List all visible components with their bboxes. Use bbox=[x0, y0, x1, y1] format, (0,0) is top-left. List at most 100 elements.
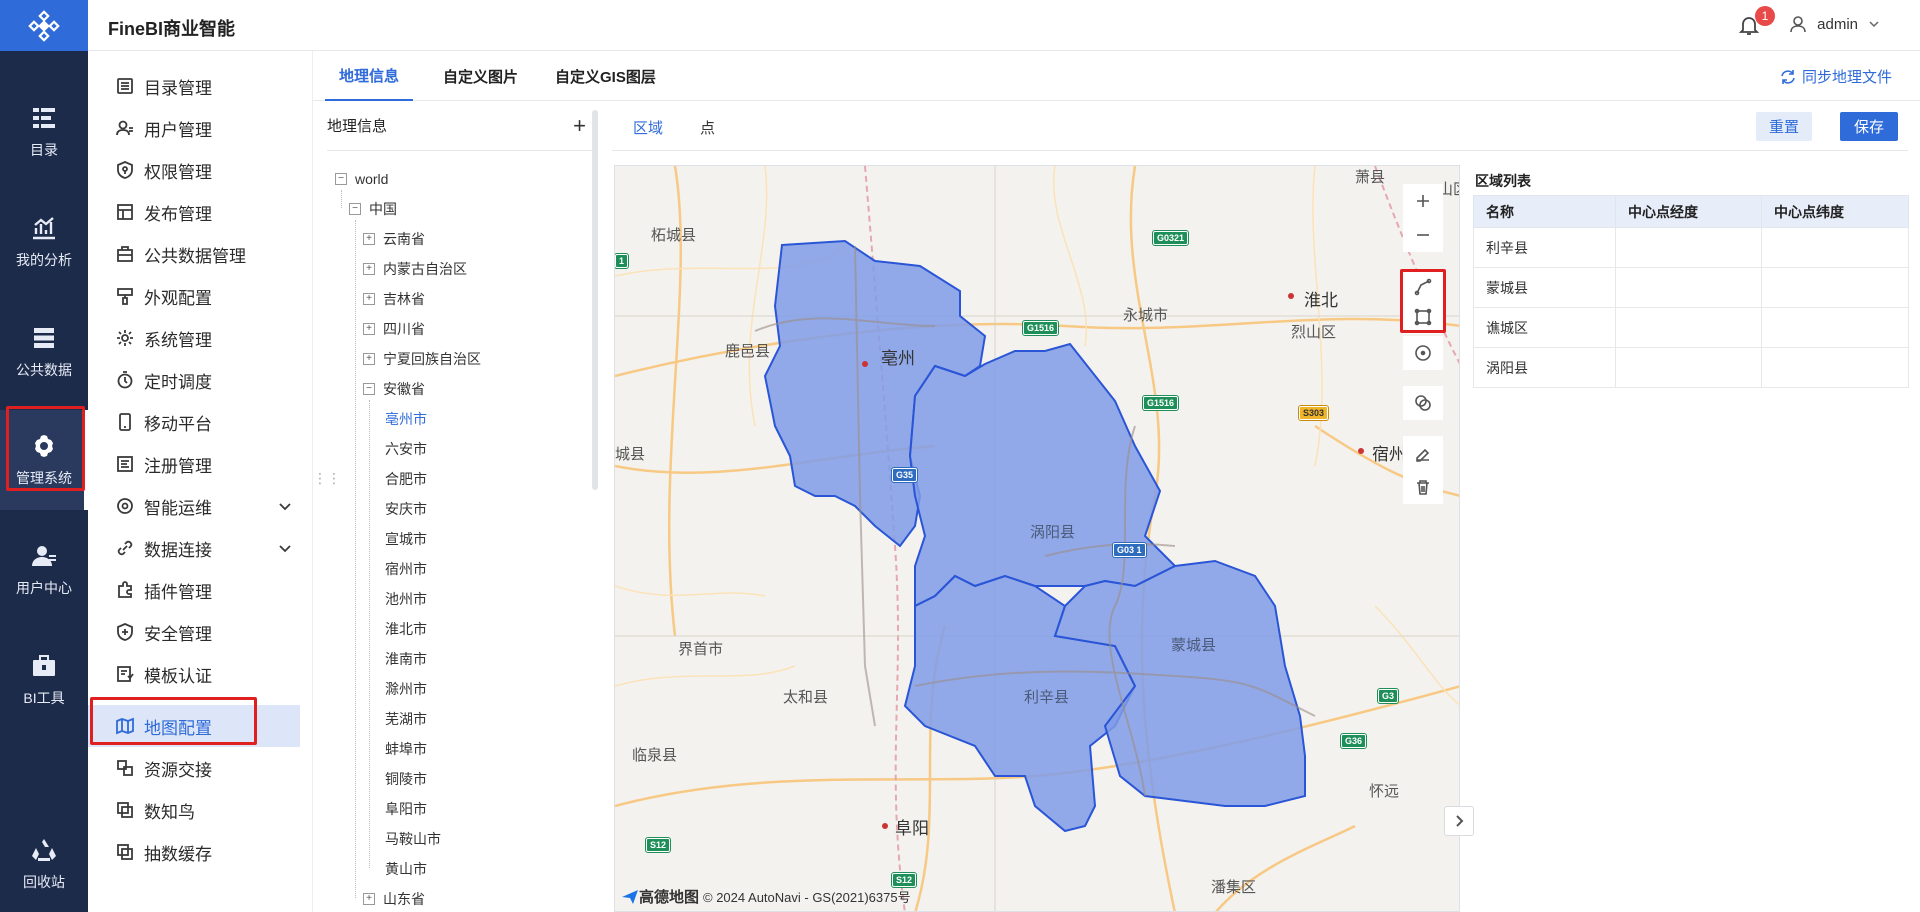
rail-item-public-data[interactable]: 公共数据 bbox=[0, 302, 88, 402]
tree-leaf[interactable]: 滁州市 bbox=[385, 678, 427, 700]
expand-icon[interactable]: + bbox=[363, 233, 375, 245]
tree-label: 滁州市 bbox=[385, 681, 427, 697]
map-canvas[interactable]: 柘城县 鹿邑县 亳州 永城市 淮北 烈山区 宿州 城县 涡阳县 界首市 太和县 … bbox=[614, 165, 1460, 912]
nav-appearance[interactable]: 外观配置 bbox=[88, 275, 300, 317]
expand-icon[interactable]: + bbox=[363, 353, 375, 365]
longitude-cell[interactable] bbox=[1615, 227, 1762, 268]
tree-leaf[interactable]: 铜陵市 bbox=[385, 768, 427, 790]
panel-splitter[interactable]: ⋮⋮ bbox=[313, 470, 341, 487]
tree-leaf[interactable]: 马鞍山市 bbox=[385, 828, 441, 850]
tree-leaf[interactable]: 六安市 bbox=[385, 438, 427, 460]
tree-node[interactable]: + 四川省 bbox=[363, 318, 425, 340]
nav-system-mgmt[interactable]: 系统管理 bbox=[88, 317, 300, 359]
add-icon[interactable]: + bbox=[573, 113, 586, 139]
tree-node[interactable]: − 中国 bbox=[349, 198, 397, 220]
save-button[interactable]: 保存 bbox=[1840, 112, 1898, 141]
tab-custom-gis[interactable]: 自定义GIS图层 bbox=[555, 51, 656, 101]
latitude-cell[interactable] bbox=[1761, 267, 1909, 308]
latitude-cell[interactable] bbox=[1761, 307, 1909, 348]
merge-button[interactable] bbox=[1403, 386, 1443, 420]
expand-icon[interactable]: + bbox=[363, 893, 375, 905]
longitude-cell[interactable] bbox=[1615, 267, 1762, 308]
tree-leaf[interactable]: 淮南市 bbox=[385, 648, 427, 670]
tree-scrollbar[interactable] bbox=[592, 110, 598, 490]
sync-geo-files-button[interactable]: 同步地理文件 bbox=[1780, 66, 1892, 87]
nav-permission-mgmt[interactable]: 权限管理 bbox=[88, 149, 300, 191]
nav-map-config[interactable]: 地图配置 bbox=[88, 705, 300, 747]
nav-resource-handover[interactable]: 资源交接 bbox=[88, 747, 300, 789]
nav-publish-mgmt[interactable]: 发布管理 bbox=[88, 191, 300, 233]
app-logo[interactable] bbox=[0, 0, 88, 51]
table-row[interactable]: 蒙城县 bbox=[1473, 267, 1909, 308]
rail-item-recycle[interactable]: 回收站 bbox=[0, 814, 88, 912]
tree-node[interactable]: + 宁夏回族自治区 bbox=[363, 348, 481, 370]
table-row[interactable]: 利辛县 bbox=[1473, 227, 1909, 268]
tree-leaf[interactable]: 宣城市 bbox=[385, 528, 427, 550]
rail-item-my-analysis[interactable]: 我的分析 bbox=[0, 192, 88, 292]
tree-node[interactable]: + 云南省 bbox=[363, 228, 425, 250]
tab-point[interactable]: 点 bbox=[700, 117, 715, 138]
expand-icon[interactable]: + bbox=[363, 263, 375, 275]
nav-smart-ops[interactable]: 智能运维 bbox=[88, 485, 300, 527]
rail-item-admin-system[interactable]: 管理系统 bbox=[0, 410, 88, 510]
tree-leaf[interactable]: 亳州市 bbox=[385, 408, 427, 430]
tree-leaf[interactable]: 芜湖市 bbox=[385, 708, 427, 730]
nav-catalog-mgmt[interactable]: 目录管理 bbox=[88, 65, 300, 107]
reset-button[interactable]: 重置 bbox=[1756, 112, 1812, 141]
nav-plugin-mgmt[interactable]: 插件管理 bbox=[88, 569, 300, 611]
rail-item-catalog[interactable]: 目录 bbox=[0, 82, 88, 182]
rail-item-bi-tools[interactable]: BI工具 bbox=[0, 630, 88, 730]
tree-leaf[interactable]: 池州市 bbox=[385, 588, 427, 610]
amap-logo-text: 高德地图 bbox=[639, 889, 700, 906]
tab-custom-image[interactable]: 自定义图片 bbox=[443, 51, 518, 101]
collapse-icon[interactable]: − bbox=[349, 203, 361, 215]
latitude-cell[interactable] bbox=[1761, 347, 1909, 388]
nav-extract-cache[interactable]: 抽数缓存 bbox=[88, 831, 300, 873]
tree-node[interactable]: + 内蒙古自治区 bbox=[363, 258, 467, 280]
table-row[interactable]: 涡阳县 bbox=[1473, 347, 1909, 388]
tree-node[interactable]: + 吉林省 bbox=[363, 288, 425, 310]
zoom-in-button[interactable] bbox=[1403, 184, 1443, 218]
tree-node[interactable]: + 山东省 bbox=[363, 888, 425, 910]
latitude-cell[interactable] bbox=[1761, 227, 1909, 268]
edit-button[interactable] bbox=[1403, 436, 1443, 470]
tree-leaf[interactable]: 阜阳市 bbox=[385, 798, 427, 820]
longitude-cell[interactable] bbox=[1615, 307, 1762, 348]
delete-button[interactable] bbox=[1403, 470, 1443, 504]
draw-polygon-button[interactable] bbox=[1403, 270, 1443, 304]
user-menu[interactable]: admin bbox=[1789, 15, 1890, 33]
expand-icon[interactable]: + bbox=[363, 293, 375, 305]
nav-shuzhiniao[interactable]: 数知鸟 bbox=[88, 789, 300, 831]
nav-mobile[interactable]: 移动平台 bbox=[88, 401, 300, 443]
tree-leaf[interactable]: 安庆市 bbox=[385, 498, 427, 520]
table-row[interactable]: 谯城区 bbox=[1473, 307, 1909, 348]
expand-icon[interactable]: + bbox=[363, 323, 375, 335]
tree-leaf[interactable]: 淮北市 bbox=[385, 618, 427, 640]
draw-rectangle-button[interactable] bbox=[1403, 300, 1443, 334]
nav-template-cert[interactable]: 模板认证 bbox=[88, 653, 300, 695]
zoom-out-button[interactable] bbox=[1403, 218, 1443, 252]
longitude-cell[interactable] bbox=[1615, 347, 1762, 388]
tab-region[interactable]: 区域 bbox=[633, 117, 663, 138]
collapse-icon[interactable]: − bbox=[335, 173, 347, 185]
nav-user-mgmt[interactable]: 用户管理 bbox=[88, 107, 300, 149]
tree-node[interactable]: − 安徽省 bbox=[363, 378, 425, 400]
collapse-icon[interactable]: − bbox=[363, 383, 375, 395]
tree-leaf[interactable]: 蚌埠市 bbox=[385, 738, 427, 760]
tree-leaf[interactable]: 宿州市 bbox=[385, 558, 427, 580]
tab-geo-info[interactable]: 地理信息 bbox=[325, 51, 414, 101]
tree-leaf[interactable]: 黄山市 bbox=[385, 858, 427, 880]
tree-node[interactable]: − world bbox=[335, 168, 388, 190]
nav-schedule[interactable]: 定时调度 bbox=[88, 359, 300, 401]
road-shield: S12 bbox=[644, 837, 672, 853]
tree-label: 四川省 bbox=[383, 321, 425, 337]
road-shield: G1516 bbox=[1021, 320, 1060, 336]
nav-register[interactable]: 注册管理 bbox=[88, 443, 300, 485]
draw-circle-button[interactable] bbox=[1403, 336, 1443, 370]
nav-public-data-mgmt[interactable]: 公共数据管理 bbox=[88, 233, 300, 275]
tree-leaf[interactable]: 合肥市 bbox=[385, 468, 427, 490]
expand-panel-button[interactable] bbox=[1444, 806, 1474, 836]
nav-data-connection[interactable]: 数据连接 bbox=[88, 527, 300, 569]
nav-security-mgmt[interactable]: 安全管理 bbox=[88, 611, 300, 653]
rail-item-user-center[interactable]: 用户中心 bbox=[0, 520, 88, 620]
